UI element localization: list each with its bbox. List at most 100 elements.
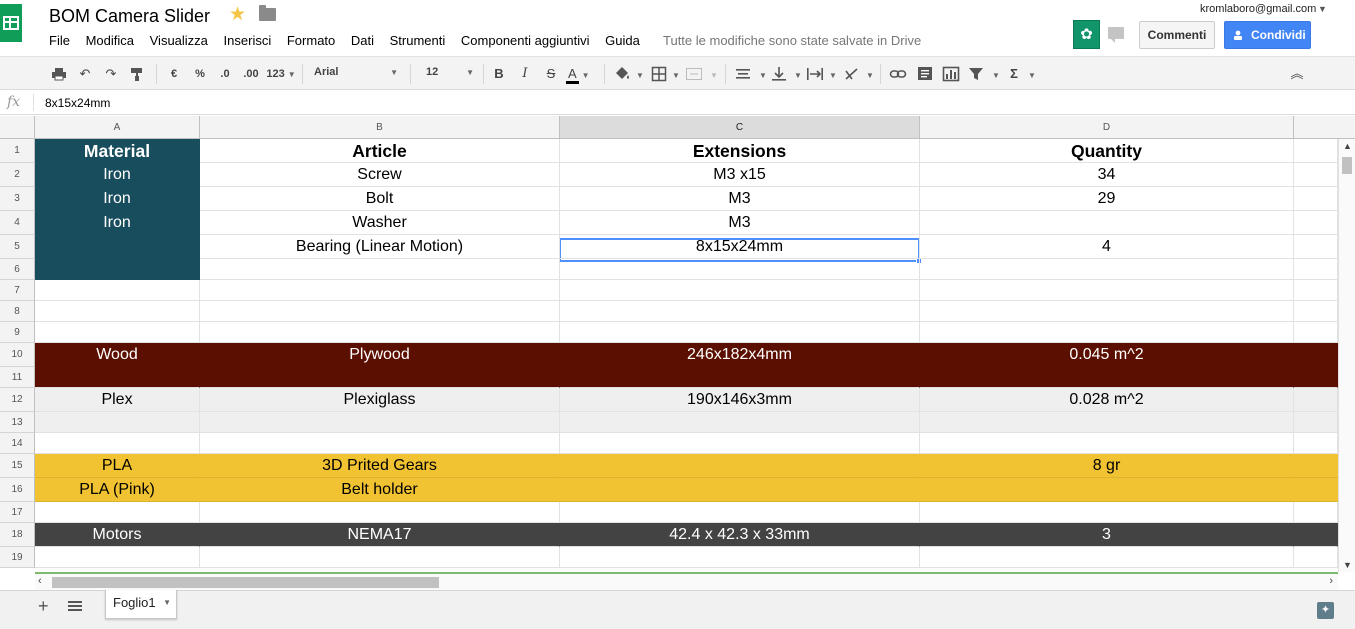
cell-d7[interactable]	[920, 280, 1294, 301]
cell-b1[interactable]: Article	[200, 139, 560, 163]
cell-a4[interactable]: Iron	[35, 211, 200, 235]
chart-icon[interactable]	[942, 65, 960, 83]
cell-e2[interactable]	[1294, 163, 1338, 187]
cell-c17[interactable]	[560, 502, 920, 523]
scroll-right-icon[interactable]: ›	[1329, 575, 1333, 587]
row-header[interactable]: 4	[0, 211, 35, 235]
row-header[interactable]: 17	[0, 502, 35, 523]
cell-d1[interactable]: Quantity	[920, 139, 1294, 163]
menu-help[interactable]: Guida	[605, 33, 640, 48]
cell-d8[interactable]	[920, 301, 1294, 322]
cell-b3[interactable]: Bolt	[200, 187, 560, 211]
cell-a13[interactable]	[35, 412, 200, 433]
row-header[interactable]: 14	[0, 433, 35, 454]
sheet-tab[interactable]: Foglio1 ▼	[105, 590, 177, 619]
cell-b14[interactable]	[200, 433, 560, 454]
cell-d5[interactable]: 4	[920, 235, 1294, 259]
menu-format[interactable]: Formato	[287, 33, 335, 48]
row-header[interactable]: 3	[0, 187, 35, 211]
cell-e12[interactable]	[1294, 388, 1338, 412]
row-header[interactable]: 1	[0, 139, 35, 163]
menu-addons[interactable]: Componenti aggiuntivi	[461, 33, 590, 48]
horizontal-scroll-thumb[interactable]	[52, 577, 439, 588]
cell-b9[interactable]	[200, 322, 560, 343]
cell-b13[interactable]	[200, 412, 560, 433]
cell-c12[interactable]: 190x146x3mm	[560, 388, 920, 412]
chevron-down-icon[interactable]: ▼	[791, 65, 802, 83]
cell-e7[interactable]	[1294, 280, 1338, 301]
row-header[interactable]: 7	[0, 280, 35, 301]
cell-e5[interactable]	[1294, 235, 1338, 259]
chevron-down-icon[interactable]: ▼	[633, 65, 644, 83]
select-all-corner[interactable]	[0, 116, 35, 139]
align-center-icon[interactable]	[735, 65, 751, 83]
menu-view[interactable]: Visualizza	[150, 33, 208, 48]
cell-c7[interactable]	[560, 280, 920, 301]
cell-b10[interactable]: Plywood	[200, 343, 560, 367]
merge-cells-icon[interactable]	[685, 65, 703, 83]
menu-edit[interactable]: Modifica	[86, 33, 134, 48]
cell-d18[interactable]: 3	[920, 523, 1294, 547]
account-email[interactable]: kromlaboro@gmail.com	[1200, 3, 1316, 15]
cell-b2[interactable]: Screw	[200, 163, 560, 187]
folder-icon[interactable]	[259, 5, 276, 21]
cell-e4[interactable]	[1294, 211, 1338, 235]
document-title[interactable]: BOM Camera Slider	[49, 6, 210, 27]
filter-icon[interactable]	[968, 65, 984, 83]
cell-a12[interactable]: Plex	[35, 388, 200, 412]
menu-file[interactable]: File	[49, 33, 70, 48]
cell-c10[interactable]: 246x182x4mm	[560, 343, 920, 367]
cell-b18[interactable]: NEMA17	[200, 523, 560, 547]
borders-icon[interactable]	[651, 65, 667, 83]
sheets-logo-icon[interactable]	[0, 4, 22, 42]
cell-a1[interactable]: Material	[35, 139, 200, 163]
font-size-select[interactable]: 12 ▼	[426, 66, 474, 78]
font-family-select[interactable]: Arial ▼	[314, 66, 398, 78]
fill-color-icon[interactable]	[613, 65, 631, 83]
link-icon[interactable]	[889, 65, 907, 83]
cell-e19[interactable]	[1294, 547, 1338, 568]
comments-button[interactable]: Commenti	[1139, 21, 1215, 49]
cell-a6[interactable]	[35, 259, 200, 280]
redo-icon[interactable]: ↷	[103, 65, 119, 83]
cell-c4[interactable]: M3	[560, 211, 920, 235]
cell-b6[interactable]	[200, 259, 560, 280]
cell-a15[interactable]: PLA	[35, 454, 200, 478]
cell-e14[interactable]	[1294, 433, 1338, 454]
cell-e17[interactable]	[1294, 502, 1338, 523]
cell-e9[interactable]	[1294, 322, 1338, 343]
row-header[interactable]: 2	[0, 163, 35, 187]
cell-b15[interactable]: 3D Prited Gears	[200, 454, 560, 478]
decrease-decimals-button[interactable]: .0	[215, 65, 235, 83]
cell-c9[interactable]	[560, 322, 920, 343]
cell-a10[interactable]: Wood	[35, 343, 200, 367]
cell-d13[interactable]	[920, 412, 1294, 433]
cell-c1[interactable]: Extensions	[560, 139, 920, 163]
vertical-scroll-thumb[interactable]	[1342, 157, 1352, 174]
cell-c5[interactable]: 8x15x24mm	[560, 235, 920, 259]
row-header[interactable]: 12	[0, 388, 35, 412]
cell-c8[interactable]	[560, 301, 920, 322]
cell-e10[interactable]	[1294, 343, 1338, 367]
cell-d2[interactable]: 34	[920, 163, 1294, 187]
percent-format-button[interactable]: %	[192, 65, 208, 83]
cell-c18[interactable]: 42.4 x 42.3 x 33mm	[560, 523, 920, 547]
cell-a18[interactable]: Motors	[35, 523, 200, 547]
comment-icon[interactable]	[917, 65, 933, 83]
column-header-a[interactable]: A	[35, 116, 200, 139]
horizontal-scrollbar[interactable]: ‹ ›	[35, 572, 1338, 590]
cell-c11[interactable]	[560, 367, 920, 388]
cell-d16[interactable]	[920, 478, 1294, 502]
column-header-b[interactable]: B	[200, 116, 560, 139]
vertical-scrollbar[interactable]: ▲ ▼	[1338, 139, 1355, 572]
column-header-c[interactable]: C	[560, 116, 920, 139]
more-formats-button[interactable]: 123 ▼	[266, 65, 296, 83]
cell-d12[interactable]: 0.028 m^2	[920, 388, 1294, 412]
cell-c19[interactable]	[560, 547, 920, 568]
collapse-toolbar-icon[interactable]: ︽	[1289, 65, 1305, 83]
cell-a11[interactable]	[35, 367, 200, 388]
chevron-down-icon[interactable]: ▼	[163, 590, 171, 616]
star-icon[interactable]: ★	[229, 3, 246, 26]
row-header[interactable]: 5	[0, 235, 35, 259]
bold-button[interactable]: B	[491, 65, 507, 83]
